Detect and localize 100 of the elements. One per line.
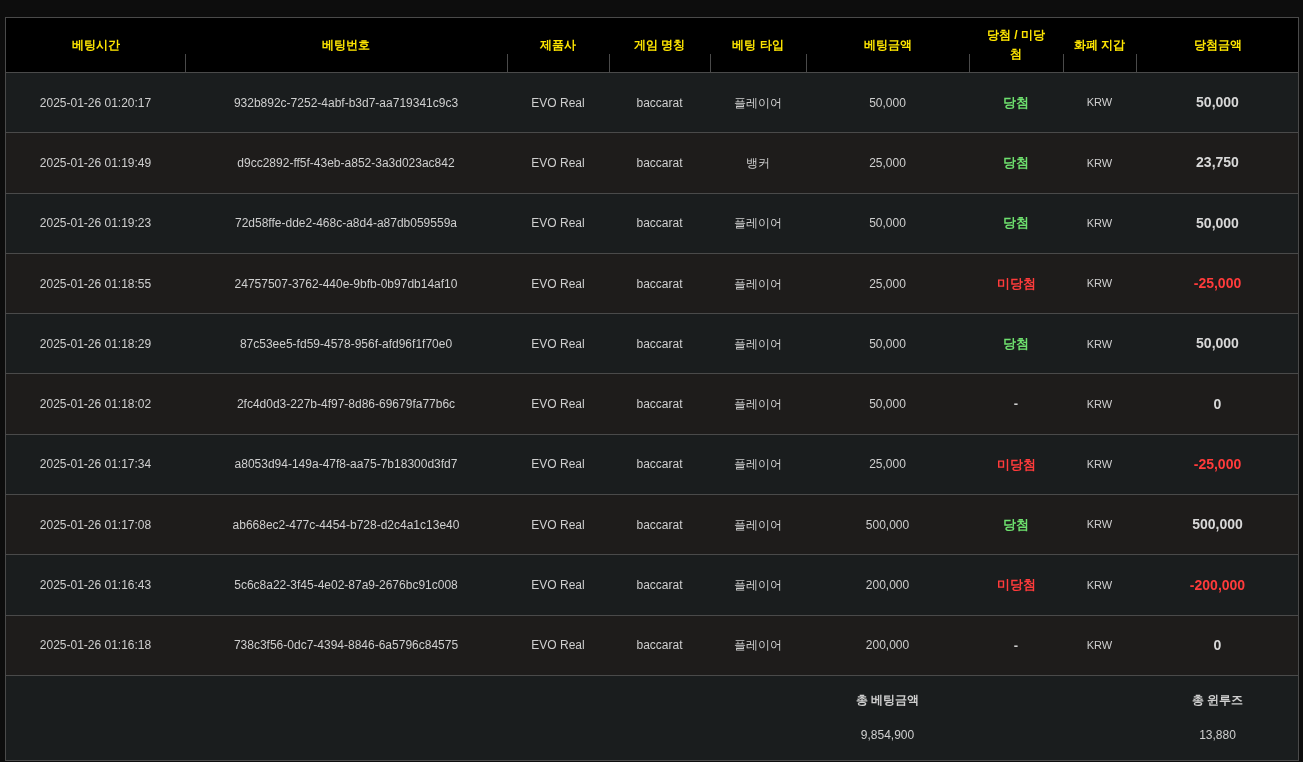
- provider: EVO Real: [531, 637, 585, 655]
- bet-time: 2025-01-26 01:16:18: [39, 637, 152, 655]
- bet-id: 932b892c-7252-4abf-b3d7-aa719341c9c3: [233, 94, 459, 112]
- game-name: baccarat: [636, 275, 683, 293]
- bet-id: 2fc4d0d3-227b-4f97-8d86-69679fa77b6c: [236, 396, 456, 414]
- result-status: 미당첨: [996, 274, 1036, 293]
- game-name: baccarat: [636, 516, 683, 534]
- column-header: 베팅번호: [321, 36, 371, 54]
- wallet-currency: KRW: [1086, 216, 1113, 231]
- provider: EVO Real: [531, 396, 585, 414]
- payout-amount: 0: [1213, 394, 1222, 414]
- bet-amount: 200,000: [865, 577, 910, 594]
- payout-amount: 0: [1213, 635, 1222, 655]
- game-name: baccarat: [636, 637, 683, 655]
- bet-id: d9cc2892-ff5f-43eb-a852-3a3d023ac842: [237, 154, 455, 172]
- bet-amount: 50,000: [869, 396, 906, 414]
- bet-type: 플레이어: [734, 94, 782, 112]
- bet-type: 뱅커: [746, 154, 770, 172]
- wallet-currency: KRW: [1086, 155, 1113, 171]
- bet-amount: 50,000: [869, 94, 906, 112]
- payout-amount: 23,750: [1196, 153, 1239, 173]
- payout-amount: -25,000: [1193, 454, 1242, 474]
- column-header: 베팅 타입: [731, 36, 785, 54]
- bet-time: 2025-01-26 01:18:02: [39, 396, 152, 414]
- bet-amount: 25,000: [869, 275, 906, 293]
- bet-id: ab668ec2-477c-4454-b728-d2c4a1c13e40: [232, 516, 460, 534]
- payout-amount: 50,000: [1196, 334, 1239, 354]
- result-status: 미당첨: [996, 576, 1036, 595]
- bet-type: 플레이어: [734, 516, 782, 534]
- wallet-currency: KRW: [1086, 638, 1113, 654]
- bet-type: 플레이어: [734, 215, 782, 233]
- bet-id: a8053d94-149a-47f8-aa75-7b18300d3fd7: [234, 456, 458, 474]
- provider: EVO Real: [531, 335, 585, 353]
- bet-amount: 200,000: [865, 637, 910, 655]
- provider: EVO Real: [531, 577, 585, 594]
- bet-amount: 50,000: [869, 335, 906, 353]
- bet-type: 플레이어: [734, 275, 782, 293]
- bet-time: 2025-01-26 01:17:34: [39, 456, 152, 474]
- total-bet-label: 총 베팅금액: [855, 692, 920, 710]
- bet-id: 24757507-3762-440e-9bfb-0b97db14af10: [234, 275, 458, 293]
- bet-type: 플레이어: [734, 396, 782, 414]
- column-header: 베팅시간: [70, 36, 121, 54]
- bet-type: 플레이어: [734, 456, 782, 474]
- bet-time: 2025-01-26 01:18:55: [39, 275, 152, 293]
- wallet-currency: KRW: [1086, 577, 1113, 593]
- result-status: 당첨: [1003, 335, 1029, 354]
- column-header: 게임 명칭: [632, 36, 687, 54]
- wallet-currency: KRW: [1086, 457, 1113, 473]
- bet-type: 플레이어: [734, 577, 782, 594]
- game-name: baccarat: [636, 577, 683, 594]
- wallet-currency: KRW: [1086, 336, 1113, 352]
- total-winloss-value: 13,880: [1199, 727, 1236, 745]
- wallet-currency: KRW: [1086, 95, 1113, 111]
- wallet-currency: KRW: [1086, 517, 1113, 533]
- bet-time: 2025-01-26 01:19:23: [39, 215, 152, 233]
- column-header: 화폐 지갑: [1072, 36, 1127, 54]
- payout-amount: -25,000: [1193, 274, 1242, 294]
- provider: EVO Real: [531, 275, 585, 293]
- bet-time: 2025-01-26 01:16:43: [39, 577, 152, 594]
- column-header: 베팅금액: [862, 36, 913, 54]
- result-status: 당첨: [1003, 93, 1029, 112]
- bet-amount: 25,000: [869, 456, 906, 474]
- bet-time: 2025-01-26 01:20:17: [39, 94, 152, 112]
- payout-amount: 500,000: [1192, 515, 1243, 535]
- provider: EVO Real: [531, 456, 585, 474]
- bet-id: 72d58ffe-dde2-468c-a8d4-a87db059559a: [235, 215, 457, 233]
- provider: EVO Real: [531, 154, 585, 172]
- payout-amount: 50,000: [1196, 93, 1239, 113]
- provider: EVO Real: [531, 516, 585, 534]
- result-status: 당첨: [1003, 154, 1029, 173]
- result-status: -: [1013, 636, 1019, 655]
- total-bet-value: 9,854,900: [860, 727, 915, 745]
- wallet-currency: KRW: [1086, 396, 1113, 412]
- provider: EVO Real: [531, 94, 585, 112]
- result-status: 미당첨: [996, 455, 1036, 474]
- bet-type: 플레이어: [734, 335, 782, 353]
- column-header: 당첨 / 미당첨: [986, 27, 1046, 63]
- wallet-currency: KRW: [1086, 276, 1113, 292]
- bet-id: 87c53ee5-fd59-4578-956f-afd96f1f70e0: [239, 335, 453, 353]
- payout-amount: 50,000: [1196, 213, 1239, 233]
- bet-time: 2025-01-26 01:17:08: [39, 516, 152, 534]
- game-name: baccarat: [636, 94, 683, 112]
- game-name: baccarat: [636, 456, 683, 474]
- game-name: baccarat: [636, 215, 683, 233]
- column-header: 당첨금액: [1192, 36, 1243, 54]
- payout-amount: -200,000: [1189, 575, 1246, 595]
- column-header: 제품사: [539, 36, 577, 54]
- result-status: 당첨: [1003, 515, 1029, 534]
- bet-type: 플레이어: [734, 637, 782, 655]
- game-name: baccarat: [636, 396, 683, 414]
- provider: EVO Real: [531, 215, 585, 233]
- game-name: baccarat: [636, 335, 683, 353]
- bet-amount: 50,000: [869, 215, 906, 233]
- bet-id: 5c6c8a22-3f45-4e02-87a9-2676bc91c008: [234, 577, 458, 594]
- bet-time: 2025-01-26 01:19:49: [39, 154, 152, 172]
- result-status: 당첨: [1003, 214, 1029, 233]
- total-winloss-label: 총 윈루즈: [1191, 692, 1244, 710]
- result-status: -: [1013, 395, 1019, 414]
- bet-amount: 500,000: [865, 516, 910, 534]
- bet-amount: 25,000: [869, 154, 906, 172]
